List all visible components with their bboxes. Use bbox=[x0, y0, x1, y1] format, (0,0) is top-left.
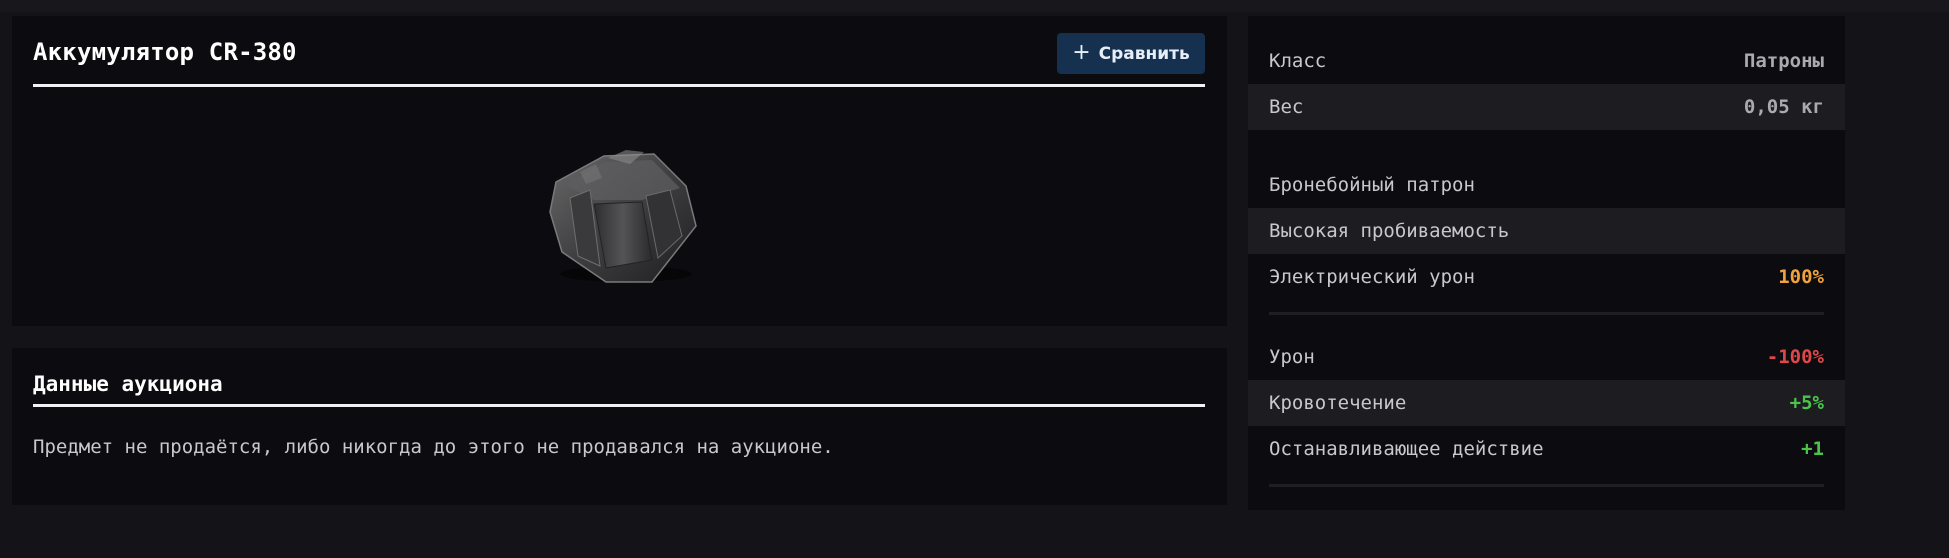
section-divider bbox=[1269, 484, 1824, 487]
stats-panel: Класс Патроны Вес 0,05 кг Бронебойный па… bbox=[1248, 16, 1845, 510]
property-row: Электрический урон 100% bbox=[1248, 254, 1845, 300]
compare-button[interactable]: + Сравнить bbox=[1057, 33, 1205, 74]
top-bar bbox=[0, 0, 1949, 12]
property-value: 100% bbox=[1778, 266, 1824, 288]
property-row: Высокая пробиваемость bbox=[1248, 208, 1845, 254]
stat-value: 0,05 кг bbox=[1743, 96, 1824, 118]
battery-icon bbox=[534, 134, 714, 294]
stat-row-class: Класс Патроны bbox=[1248, 38, 1845, 84]
auction-title: Данные аукциона bbox=[33, 372, 223, 396]
compare-button-label: Сравнить bbox=[1098, 43, 1190, 64]
item-title: Аккумулятор CR-380 bbox=[33, 38, 297, 66]
modifier-label: Кровотечение bbox=[1269, 392, 1407, 414]
property-label: Электрический урон bbox=[1269, 266, 1475, 288]
property-label: Бронебойный патрон bbox=[1269, 174, 1475, 196]
stat-value: Патроны bbox=[1743, 50, 1824, 72]
stat-label: Вес bbox=[1269, 96, 1304, 118]
modifier-value: +5% bbox=[1789, 392, 1824, 414]
modifier-row: Кровотечение +5% bbox=[1248, 380, 1845, 426]
modifier-row: Останавливающее действие +1 bbox=[1248, 426, 1845, 472]
stat-label: Класс bbox=[1269, 50, 1327, 72]
auction-divider bbox=[33, 404, 1205, 407]
property-label: Высокая пробиваемость bbox=[1269, 220, 1510, 242]
section-divider bbox=[1269, 312, 1824, 315]
modifier-label: Останавливающее действие bbox=[1269, 438, 1544, 460]
plus-icon: + bbox=[1072, 39, 1091, 65]
modifier-value: +1 bbox=[1801, 438, 1824, 460]
title-divider bbox=[33, 84, 1205, 87]
modifier-value: -100% bbox=[1766, 346, 1824, 368]
modifier-row: Урон -100% bbox=[1248, 334, 1845, 380]
auction-message: Предмет не продаётся, либо никогда до эт… bbox=[33, 436, 834, 458]
modifier-label: Урон bbox=[1269, 346, 1315, 368]
stat-row-weight: Вес 0,05 кг bbox=[1248, 84, 1845, 130]
property-row: Бронебойный патрон bbox=[1248, 162, 1845, 208]
item-panel: Аккумулятор CR-380 + Сравнить bbox=[12, 16, 1227, 326]
auction-panel: Данные аукциона Предмет не продаётся, ли… bbox=[12, 348, 1227, 505]
